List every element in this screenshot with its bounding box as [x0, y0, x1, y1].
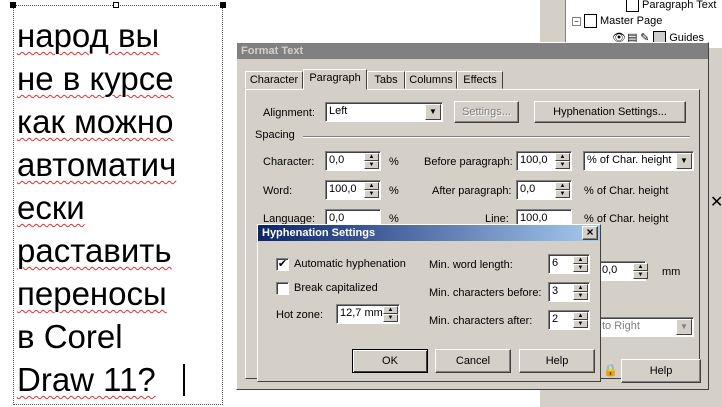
object-manager-tree[interactable]: Paragraph Text − Master Page 👁 ▤ ✎ Guides: [565, 0, 722, 48]
format-text-help-button[interactable]: Help: [621, 359, 701, 383]
character-spacing-label: Character:: [263, 156, 315, 168]
automatic-hyphenation-checkbox[interactable]: ✔: [276, 258, 289, 271]
selection-handle-top-right[interactable]: [220, 2, 226, 8]
text-cursor: [183, 364, 185, 396]
text-line-6: раставить: [17, 232, 172, 269]
format-text-titlebar[interactable]: Format Text: [237, 43, 708, 59]
text-line-2: не в курсе: [17, 60, 174, 97]
tab-columns[interactable]: Columns: [405, 71, 457, 89]
min-word-length-label: Min. word length:: [429, 259, 513, 271]
alignment-dropdown-icon[interactable]: ▼: [425, 104, 441, 120]
tab-effects[interactable]: Effects: [457, 71, 503, 89]
hyphenation-help-button[interactable]: Help: [519, 349, 595, 373]
text-line-3: как можно: [17, 103, 174, 140]
text-line-4: автоматич: [17, 146, 177, 183]
tab-tabs[interactable]: Tabs: [367, 71, 405, 89]
text-line-1: народ вы: [17, 17, 160, 54]
spacing-divider: [303, 136, 690, 138]
tab-character[interactable]: Character: [245, 71, 303, 89]
indent-unit: mm: [662, 266, 681, 278]
text-line-5: ески: [17, 189, 85, 226]
selection-handle-top-center[interactable]: [113, 2, 119, 8]
min-chars-before-label: Min. characters before:: [429, 287, 542, 299]
after-paragraph-unit: % of Char. height: [584, 185, 669, 197]
word-spacing-spinner[interactable]: ▲ ▼: [364, 182, 379, 198]
alignment-label: Alignment:: [263, 107, 315, 119]
break-capitalized-checkbox[interactable]: [276, 282, 289, 295]
tree-item-master-page[interactable]: − Master Page: [572, 14, 662, 28]
after-paragraph-label: After paragraph:: [432, 185, 512, 197]
word-spacing-label: Word:: [263, 185, 293, 197]
page-icon: [584, 14, 597, 28]
close-icon[interactable]: ×: [582, 226, 598, 240]
text-line-9: Draw 11?: [17, 361, 156, 398]
break-capitalized-label: Break capitalized: [294, 282, 378, 294]
text-line-7: переносы: [17, 275, 167, 312]
selection-handle-top-left[interactable]: [10, 2, 16, 8]
hyphenation-titlebar[interactable]: Hyphenation Settings ×: [258, 225, 600, 241]
after-paragraph-spinner[interactable]: ▲ ▼: [555, 182, 570, 198]
min-word-length-spinner[interactable]: ▲ ▼: [573, 256, 588, 272]
hyphenation-settings-dialog: Hyphenation Settings × ✔ Automatic hyphe…: [257, 224, 601, 382]
ok-button[interactable]: OK: [352, 349, 428, 373]
docker-close-icon[interactable]: ✕: [710, 192, 722, 212]
min-chars-after-spinner[interactable]: ▲ ▼: [573, 312, 588, 328]
checkmark-icon: ✔: [277, 258, 288, 270]
character-spacing-spinner[interactable]: ▲ ▼: [364, 153, 379, 169]
tree-item-paragraph-text[interactable]: Paragraph Text: [626, 0, 716, 12]
before-paragraph-label: Before paragraph:: [424, 156, 513, 168]
direction-dropdown-icon[interactable]: ▼: [676, 319, 692, 335]
cancel-button[interactable]: Cancel: [435, 349, 511, 373]
text-line-8: в Corel: [17, 318, 123, 355]
automatic-hyphenation-label: Automatic hyphenation: [294, 258, 406, 270]
character-percent: %: [389, 156, 399, 168]
spacing-group-label: Spacing: [255, 129, 295, 141]
tab-paragraph[interactable]: Paragraph: [303, 69, 367, 90]
before-unit-dropdown-icon[interactable]: ▼: [676, 153, 692, 169]
drawing-canvas[interactable]: народ вы не в курсе как можно автоматич …: [0, 0, 235, 407]
paragraph-text-icon: [626, 0, 639, 12]
indent-spinner[interactable]: ▲ ▼: [633, 263, 648, 279]
hot-zone-label: Hot zone:: [276, 309, 324, 321]
settings-button[interactable]: Settings...: [454, 101, 519, 123]
collapse-icon[interactable]: −: [572, 16, 581, 26]
min-chars-after-label: Min. characters after:: [429, 315, 533, 327]
hyphenation-settings-button[interactable]: Hyphenation Settings...: [534, 101, 686, 123]
min-chars-before-spinner[interactable]: ▲ ▼: [573, 284, 588, 300]
lock-icon[interactable]: 🔒: [603, 363, 618, 377]
word-percent: %: [389, 185, 399, 197]
hot-zone-spinner[interactable]: ▲ ▼: [383, 306, 398, 322]
before-paragraph-spinner[interactable]: ▲ ▼: [555, 153, 570, 169]
